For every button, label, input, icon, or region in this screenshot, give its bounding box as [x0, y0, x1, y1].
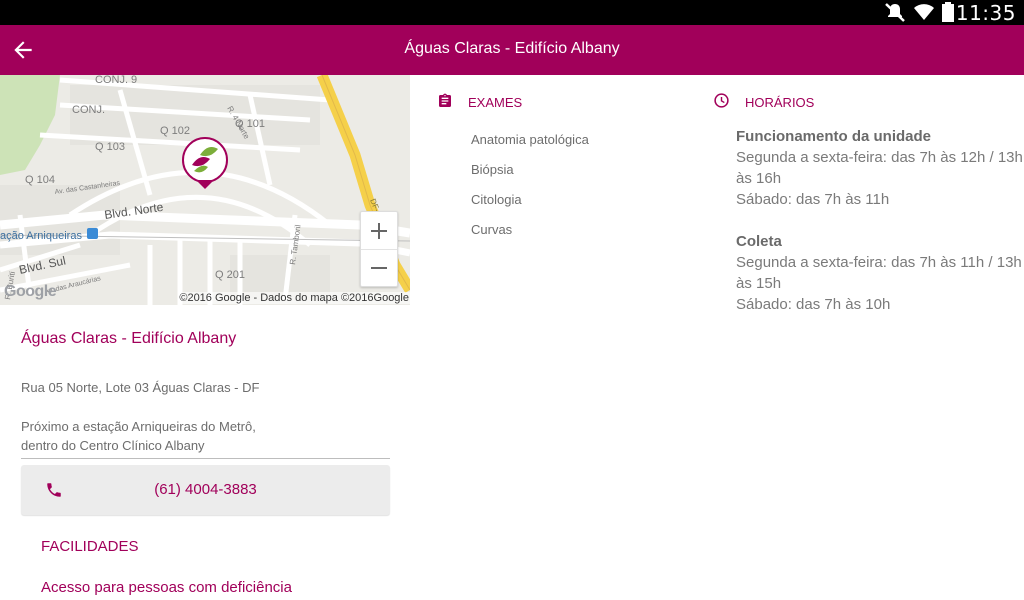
divider	[21, 458, 390, 459]
hours-line: às 15h	[736, 275, 782, 292]
exam-item[interactable]: Citologia	[471, 192, 522, 207]
location-pin-icon[interactable]	[182, 137, 228, 189]
page-title: Águas Claras - Edifício Albany	[404, 40, 620, 57]
clock-icon	[713, 92, 730, 112]
call-button[interactable]: (61) 4004-3883	[21, 465, 390, 515]
hours-section-header: HORÁRIOS	[713, 92, 814, 112]
map-label-conj: CONJ.	[72, 104, 105, 116]
google-logo: Google	[4, 283, 57, 300]
clipboard-icon	[437, 92, 453, 113]
clock: 11:35	[955, 1, 1016, 25]
exam-item[interactable]: Curvas	[471, 222, 512, 237]
zoom-controls	[360, 211, 398, 287]
hours-line: Sábado: das 7h às 10h	[736, 296, 891, 313]
wifi-icon	[914, 3, 934, 26]
exam-item[interactable]: Anatomia patológica	[471, 132, 589, 147]
notifications-off-icon	[884, 2, 906, 27]
location-note-line: Próximo a estação Arniqueiras do Metrô,	[21, 419, 256, 434]
map-label-q103: Q 103	[95, 141, 125, 153]
map-label-q201: Q 201	[215, 269, 245, 281]
location-note-line: dentro do Centro Clínico Albany	[21, 438, 205, 453]
exams-heading: EXAMES	[468, 95, 523, 110]
hours-block-title: Funcionamento da unidade	[736, 128, 932, 145]
exam-item[interactable]: Biópsia	[471, 162, 514, 177]
map-canvas: CONJ. 9 CONJ. Q 102 Q 101 Q 103 Q 104 Q …	[0, 75, 410, 305]
phone-number: (61) 4004-3883	[154, 481, 257, 498]
hours-line: Sábado: das 7h às 11h	[736, 191, 890, 208]
hours-line: às 16h	[736, 170, 782, 187]
facility-item: Acesso para pessoas com deficiência	[41, 579, 292, 596]
status-bar: 11:35	[0, 0, 1024, 25]
unit-location-note: Próximo a estação Arniqueiras do Metrô, …	[21, 417, 256, 455]
zoom-out-button[interactable]	[361, 249, 397, 286]
facilities-heading: FACILIDADES	[41, 538, 139, 555]
unit-title: Águas Claras - Edifício Albany	[21, 330, 237, 347]
map-label-q104: Q 104	[25, 174, 55, 186]
hours-line: Segunda a sexta-feira: das 7h às 11h / 1…	[736, 254, 1022, 271]
hours-block-unit: Funcionamento da unidade Segunda a sexta…	[736, 126, 1023, 210]
unit-address: Rua 05 Norte, Lote 03 Águas Claras - DF	[21, 380, 260, 395]
map-label-conj9: CONJ. 9	[95, 75, 137, 86]
hours-block-title: Coleta	[736, 233, 782, 250]
app-bar: Águas Claras - Edifício Albany	[0, 25, 1024, 75]
map-view[interactable]: CONJ. 9 CONJ. Q 102 Q 101 Q 103 Q 104 Q …	[0, 75, 410, 305]
exams-section-header: EXAMES	[437, 92, 522, 113]
battery-icon	[942, 2, 954, 27]
zoom-in-button[interactable]	[361, 212, 397, 249]
map-label-station: ação Arniqueiras	[0, 230, 82, 242]
hours-line: Segunda a sexta-feira: das 7h às 12h / 1…	[736, 149, 1023, 166]
map-label-q102: Q 102	[160, 125, 190, 137]
hours-block-collection: Coleta Segunda a sexta-feira: das 7h às …	[736, 231, 1022, 315]
hours-heading: HORÁRIOS	[745, 94, 815, 110]
map-copyright: ©2016 Google - Dados do mapa ©2016Google	[178, 292, 410, 304]
